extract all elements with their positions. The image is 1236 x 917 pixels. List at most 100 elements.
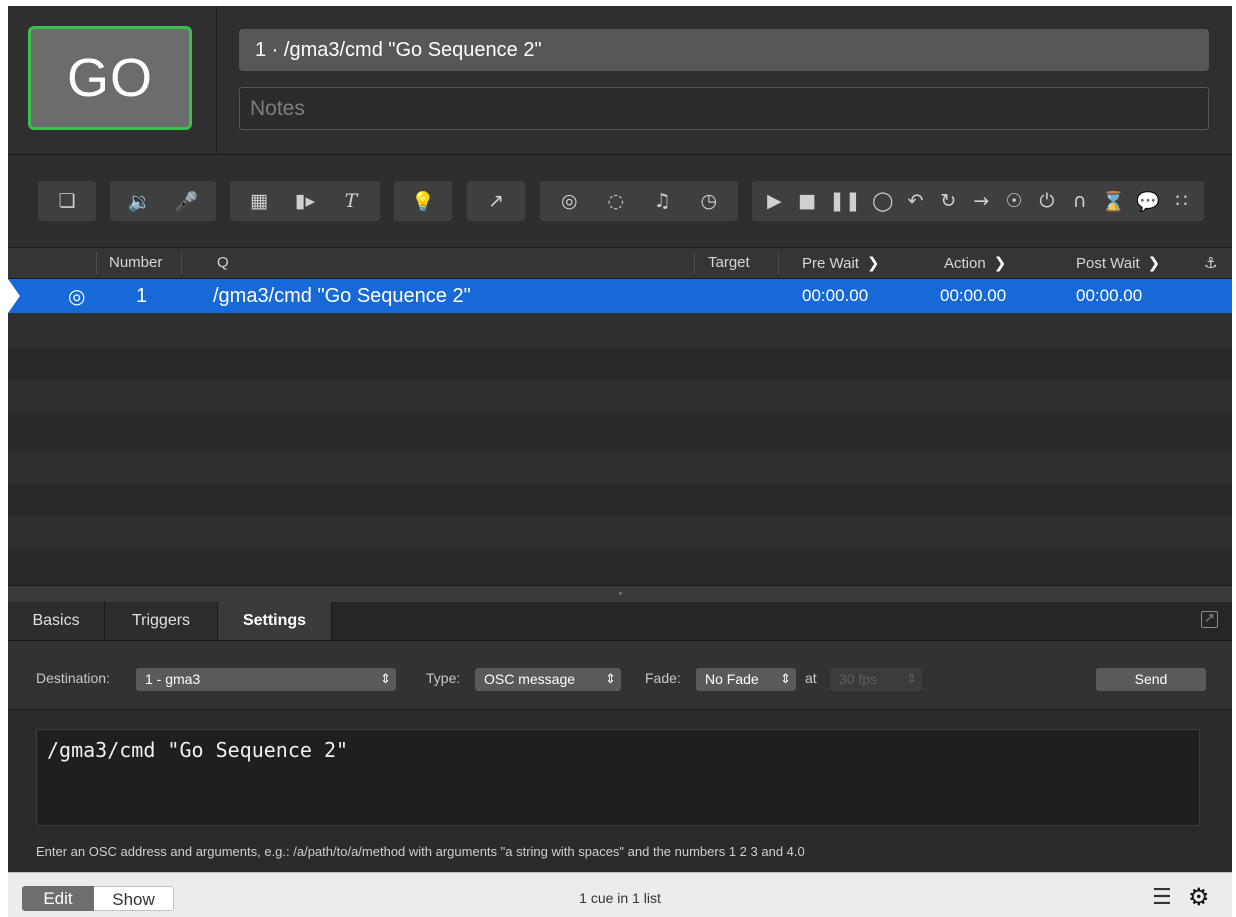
devamp-icon[interactable]: ↻ — [937, 187, 959, 215]
audio-cue-icon[interactable]: 🔉 — [128, 187, 152, 215]
chevron-right-icon: ❯ — [993, 254, 1007, 272]
light-cue-icon[interactable]: 💡 — [411, 187, 435, 215]
toolbar-group-fade: ↗ — [467, 181, 525, 221]
tab-settings[interactable]: Settings — [218, 602, 332, 640]
arm-icon[interactable]: ⏻ — [1036, 187, 1058, 215]
empty-row — [8, 347, 1232, 381]
column-post-wait-label: Post Wait — [1076, 255, 1140, 272]
empty-row — [8, 449, 1232, 483]
type-label: Type: — [426, 670, 461, 686]
cue-toolbar: ❏ 🔉 🎤 ▦ ▮▸ T 💡 ↗ ◎ ◌ ♫ ◷ ▶ ■ ❚❚ ◯ ↶ ↻ → … — [8, 155, 1232, 248]
column-separator — [96, 252, 97, 274]
cue-number[interactable]: 1 — [136, 279, 147, 313]
group-cue-icon[interactable]: ❏ — [56, 187, 78, 215]
empty-row — [8, 313, 1232, 347]
midi-cue-icon[interactable]: ◌ — [605, 187, 627, 215]
target-icon[interactable]: ☉ — [1003, 187, 1025, 215]
disarm-icon[interactable]: ∩ — [1069, 187, 1091, 215]
split-handle-dot — [619, 592, 622, 595]
fade-select[interactable]: No Fade ⇕ — [696, 668, 796, 691]
column-action[interactable]: Action ❯ — [944, 248, 1006, 278]
memo-icon[interactable]: 💬 — [1136, 187, 1160, 215]
inspector-tabs: Basics Triggers Settings ↗ — [8, 602, 1232, 641]
fps-value: 30 fps — [839, 671, 878, 687]
status-bar: Edit Show 1 cue in 1 list ☰ ⚙ — [8, 872, 1232, 917]
fade-label: Fade: — [645, 670, 681, 686]
reset-icon[interactable]: ↶ — [905, 187, 927, 215]
empty-row — [8, 381, 1232, 415]
column-pre-wait[interactable]: Pre Wait ❯ — [802, 248, 880, 278]
notes-field[interactable]: Notes — [239, 87, 1209, 130]
list-icon[interactable]: ☰ — [1152, 885, 1172, 910]
script-icon[interactable]: ∷ — [1171, 187, 1193, 215]
osc-settings-row: Destination: 1 - gma3 ⇕ Type: OSC messag… — [8, 641, 1232, 710]
cue-list: ◎ 1 /gma3/cmd "Go Sequence 2" 00:00.00 0… — [8, 279, 1232, 585]
at-label: at — [805, 670, 817, 686]
column-post-wait[interactable]: Post Wait ❯ — [1076, 248, 1160, 278]
cue-name-field[interactable]: 1 · /gma3/cmd "Go Sequence 2" — [239, 29, 1209, 71]
column-target[interactable]: Target — [708, 248, 750, 278]
video-cue-icon[interactable]: ▦ — [248, 187, 270, 215]
column-separator — [694, 252, 695, 274]
send-button[interactable]: Send — [1096, 668, 1206, 691]
chevron-right-icon: ❯ — [866, 254, 880, 272]
column-q[interactable]: Q — [217, 248, 229, 278]
type-select[interactable]: OSC message ⇕ — [475, 668, 621, 691]
up-down-arrows-icon: ⇕ — [906, 672, 917, 687]
go-button[interactable]: GO — [28, 26, 192, 130]
network-cue-icon[interactable]: ◎ — [558, 187, 580, 215]
chevron-right-icon: ❯ — [1147, 254, 1161, 272]
split-handle[interactable] — [8, 585, 1232, 602]
toolbar-group-control: ◎ ◌ ♫ ◷ — [540, 181, 738, 221]
type-value: OSC message — [484, 671, 576, 687]
up-down-arrows-icon: ⇕ — [380, 672, 391, 687]
cue-q-name[interactable]: /gma3/cmd "Go Sequence 2" — [213, 279, 471, 313]
pause-icon[interactable]: ❚❚ — [829, 187, 861, 215]
column-number[interactable]: Number — [109, 248, 162, 278]
start-icon[interactable]: ▶ — [763, 187, 785, 215]
destination-label: Destination: — [36, 670, 110, 686]
mic-cue-icon[interactable]: 🎤 — [175, 187, 199, 215]
empty-row — [8, 517, 1232, 551]
header-area: GO 1 · /gma3/cmd "Go Sequence 2" Notes — [8, 6, 1232, 155]
gear-icon[interactable]: ⚙ — [1188, 883, 1210, 911]
cue-post-wait[interactable]: 00:00.00 — [1076, 279, 1142, 313]
fps-select[interactable]: 30 fps ⇕ — [830, 668, 922, 691]
camera-cue-icon[interactable]: ▮▸ — [294, 187, 316, 215]
toolbar-group-audio: 🔉 🎤 — [110, 181, 216, 221]
timecode-cue-icon[interactable]: ◷ — [698, 187, 720, 215]
osc-help-text: Enter an OSC address and arguments, e.g.… — [36, 844, 805, 859]
empty-row — [8, 551, 1232, 585]
column-separator — [181, 252, 182, 274]
toolbar-group-group: ❏ — [38, 181, 96, 221]
up-down-arrows-icon: ⇕ — [780, 672, 791, 687]
qlab-workspace-window: GO 1 · /gma3/cmd "Go Sequence 2" Notes ❏… — [8, 6, 1232, 917]
up-down-arrows-icon: ⇕ — [605, 672, 616, 687]
cue-list-header: Number Q Target Pre Wait ❯ Action ❯ Post W… — [8, 248, 1232, 279]
cue-pre-wait[interactable]: 00:00.00 — [802, 279, 868, 313]
column-separator — [778, 252, 779, 274]
osc-message-editor[interactable]: /gma3/cmd "Go Sequence 2" — [36, 729, 1200, 826]
toolbar-group-light: 💡 — [394, 181, 452, 221]
cue-action[interactable]: 00:00.00 — [940, 279, 1006, 313]
popout-icon[interactable]: ↗ — [1201, 611, 1218, 628]
load-icon[interactable]: ◯ — [872, 187, 894, 215]
inspector-panel: Basics Triggers Settings ↗ Destination: … — [8, 602, 1232, 872]
destination-select[interactable]: 1 - gma3 ⇕ — [136, 668, 396, 691]
stop-icon[interactable]: ■ — [796, 187, 818, 215]
toolbar-group-transport: ▶ ■ ❚❚ ◯ ↶ ↻ → ☉ ⏻ ∩ ⌛ 💬 ∷ — [752, 181, 1204, 221]
fade-value: No Fade — [705, 671, 759, 687]
empty-row — [8, 415, 1232, 449]
anchor-icon[interactable]: ⚓ — [1204, 248, 1217, 278]
wait-icon[interactable]: ⌛ — [1102, 187, 1126, 215]
music-cue-icon[interactable]: ♫ — [651, 187, 673, 215]
column-pre-wait-label: Pre Wait — [802, 255, 859, 272]
playhead-icon — [8, 279, 20, 313]
goto-icon[interactable]: → — [970, 187, 992, 215]
toolbar-group-video: ▦ ▮▸ T — [230, 181, 380, 221]
fade-cue-icon[interactable]: ↗ — [485, 187, 507, 215]
tab-triggers[interactable]: Triggers — [105, 602, 218, 640]
text-cue-icon[interactable]: T — [340, 187, 362, 215]
tab-basics[interactable]: Basics — [8, 602, 105, 640]
cue-row[interactable]: ◎ 1 /gma3/cmd "Go Sequence 2" 00:00.00 0… — [8, 279, 1232, 313]
